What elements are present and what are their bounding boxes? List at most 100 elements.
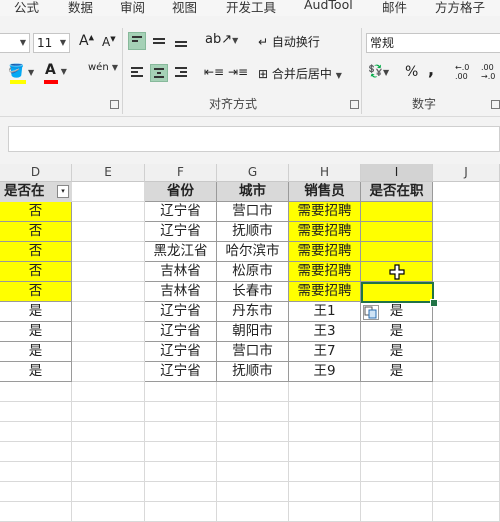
table-cell[interactable]: 辽宁省: [145, 342, 217, 362]
empty-cell[interactable]: [361, 442, 433, 462]
table-header-cell[interactable]: 省份: [145, 182, 217, 202]
empty-cell[interactable]: [72, 222, 145, 242]
table-cell[interactable]: 需要招聘: [289, 222, 361, 242]
table-cell[interactable]: 营口市: [217, 342, 289, 362]
table-cell[interactable]: 营口市: [217, 202, 289, 222]
left-table-cell[interactable]: 否: [0, 282, 72, 302]
empty-cell[interactable]: [0, 402, 72, 422]
table-cell[interactable]: 需要招聘: [289, 202, 361, 222]
left-table-cell[interactable]: 否: [0, 262, 72, 282]
empty-cell[interactable]: [361, 462, 433, 482]
empty-cell[interactable]: [145, 502, 217, 522]
orientation-button[interactable]: ab↗▼: [205, 32, 238, 47]
table-cell[interactable]: 王1: [289, 302, 361, 322]
table-cell[interactable]: [361, 242, 433, 262]
align-center-button[interactable]: [150, 64, 168, 82]
empty-cell[interactable]: [433, 442, 500, 462]
empty-cell[interactable]: [0, 462, 72, 482]
table-cell[interactable]: 是: [361, 322, 433, 342]
empty-cell[interactable]: [433, 502, 500, 522]
wrap-text-button[interactable]: ↵ 自动换行: [258, 33, 320, 50]
grow-font-button[interactable]: A▲: [79, 33, 94, 49]
empty-cell[interactable]: [72, 362, 145, 382]
empty-cell[interactable]: [433, 282, 500, 302]
empty-cell[interactable]: [433, 222, 500, 242]
left-table-cell[interactable]: 否: [0, 222, 72, 242]
table-cell[interactable]: 辽宁省: [145, 222, 217, 242]
table-header-cell[interactable]: 是否在职: [361, 182, 433, 202]
empty-cell[interactable]: [433, 202, 500, 222]
increase-decimal-button[interactable]: ←.0 .00: [455, 63, 469, 81]
formula-input[interactable]: [8, 126, 500, 152]
empty-cell[interactable]: [433, 422, 500, 442]
font-name-dropdown[interactable]: ▼: [0, 33, 30, 53]
table-cell[interactable]: 长春市: [217, 282, 289, 302]
align-right-button[interactable]: [172, 64, 190, 82]
filter-dropdown-icon[interactable]: ▾: [57, 185, 69, 198]
decrease-indent-button[interactable]: ⇤≡: [204, 65, 224, 79]
empty-cell[interactable]: [433, 182, 500, 202]
empty-cell[interactable]: [72, 402, 145, 422]
table-cell[interactable]: 丹东市: [217, 302, 289, 322]
empty-cell[interactable]: [289, 482, 361, 502]
table-cell[interactable]: [361, 202, 433, 222]
number-dialog-launcher-icon[interactable]: [491, 100, 500, 109]
table-header-cell[interactable]: 城市: [217, 182, 289, 202]
align-middle-button[interactable]: [150, 32, 168, 50]
empty-cell[interactable]: [289, 502, 361, 522]
left-table-cell[interactable]: 是: [0, 342, 72, 362]
left-table-cell[interactable]: 是: [0, 302, 72, 322]
empty-cell[interactable]: [289, 462, 361, 482]
left-header-cell[interactable]: 是否在 ▾: [0, 182, 72, 202]
empty-cell[interactable]: [145, 422, 217, 442]
phonetic-button[interactable]: wén ▼: [88, 63, 118, 73]
table-cell[interactable]: 王7: [289, 342, 361, 362]
column-header-e[interactable]: E: [72, 164, 145, 182]
empty-cell[interactable]: [72, 462, 145, 482]
column-header-h[interactable]: H: [289, 164, 361, 182]
empty-cell[interactable]: [217, 482, 289, 502]
empty-cell[interactable]: [361, 422, 433, 442]
empty-cell[interactable]: [72, 202, 145, 222]
tab-developer[interactable]: 开发工具: [226, 0, 276, 16]
empty-cell[interactable]: [289, 422, 361, 442]
left-table-cell[interactable]: 否: [0, 242, 72, 262]
tab-review[interactable]: 审阅: [120, 0, 145, 16]
table-header-cell[interactable]: 销售员: [289, 182, 361, 202]
empty-cell[interactable]: [72, 322, 145, 342]
table-cell[interactable]: 需要招聘: [289, 242, 361, 262]
table-cell[interactable]: 是: [361, 362, 433, 382]
alignment-dialog-launcher-icon[interactable]: [350, 100, 359, 109]
column-header-i[interactable]: I: [361, 164, 433, 182]
empty-cell[interactable]: [72, 502, 145, 522]
empty-cell[interactable]: [72, 182, 145, 202]
empty-cell[interactable]: [217, 442, 289, 462]
empty-cell[interactable]: [0, 502, 72, 522]
empty-cell[interactable]: [72, 342, 145, 362]
tab-audtool[interactable]: AudTool: [304, 0, 353, 12]
empty-cell[interactable]: [0, 442, 72, 462]
empty-cell[interactable]: [0, 482, 72, 502]
font-size-dropdown[interactable]: 11 ▼: [33, 33, 70, 53]
column-header-g[interactable]: G: [217, 164, 289, 182]
empty-cell[interactable]: [72, 282, 145, 302]
decrease-decimal-button[interactable]: .00 →.0: [481, 63, 495, 81]
merge-center-button[interactable]: ⊞ 合并后居中 ▼: [258, 65, 342, 82]
accounting-format-button[interactable]: 💱▼: [368, 64, 389, 78]
table-cell[interactable]: 辽宁省: [145, 302, 217, 322]
fill-handle[interactable]: [430, 299, 438, 307]
tab-mail[interactable]: 邮件: [382, 0, 407, 16]
number-format-dropdown[interactable]: 常规: [366, 33, 500, 53]
empty-cell[interactable]: [433, 482, 500, 502]
empty-cell[interactable]: [217, 462, 289, 482]
align-bottom-button[interactable]: [172, 32, 190, 50]
empty-cell[interactable]: [72, 262, 145, 282]
empty-cell[interactable]: [361, 482, 433, 502]
empty-cell[interactable]: [145, 462, 217, 482]
tab-data[interactable]: 数据: [68, 0, 93, 16]
table-cell[interactable]: 松原市: [217, 262, 289, 282]
table-cell[interactable]: 需要招聘: [289, 282, 361, 302]
empty-cell[interactable]: [433, 262, 500, 282]
empty-cell[interactable]: [433, 342, 500, 362]
empty-cell[interactable]: [433, 402, 500, 422]
